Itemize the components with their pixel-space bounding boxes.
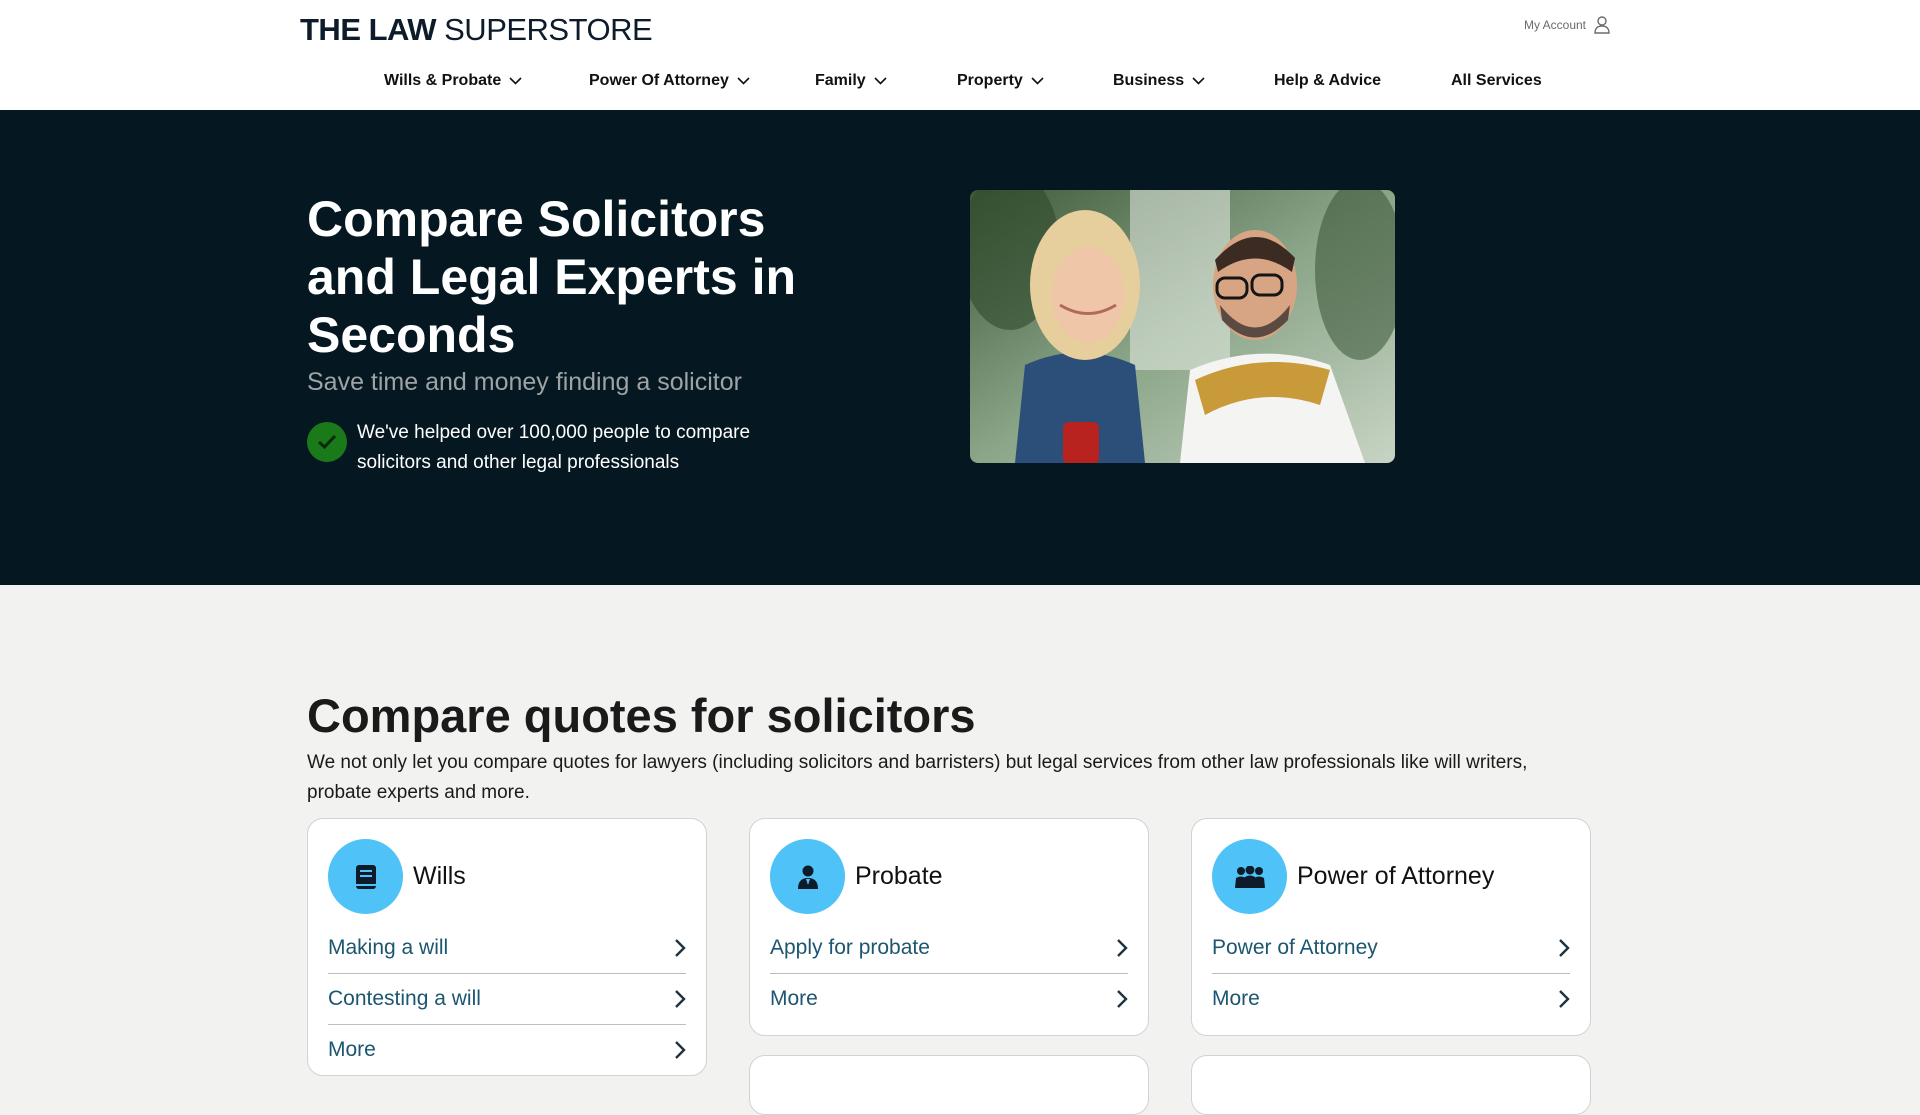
main-nav: Wills & Probate Power Of Attorney Family… <box>0 68 1920 96</box>
chevron-right-icon <box>1117 938 1128 957</box>
card-link-making-a-will[interactable]: Making a will <box>328 922 686 973</box>
logo-bold-text: THE LAW <box>300 12 437 47</box>
nav-item-power-of-attorney[interactable]: Power Of Attorney <box>589 72 750 90</box>
card-link-more[interactable]: More <box>1212 973 1570 1024</box>
card-header: Power of Attorney <box>1212 839 1570 914</box>
service-card-partial[interactable] <box>749 1055 1149 1115</box>
card-title: Wills <box>413 862 466 890</box>
card-links: Making a will Contesting a will More <box>328 922 686 1075</box>
my-account-link[interactable]: My Account <box>1524 16 1610 34</box>
card-link-label: More <box>770 987 818 1010</box>
card-link-label: Power of Attorney <box>1212 935 1378 959</box>
chevron-down-icon <box>874 77 887 85</box>
card-title: Power of Attorney <box>1297 862 1495 890</box>
nav-item-family[interactable]: Family <box>815 72 887 90</box>
chevron-right-icon <box>1559 990 1570 1008</box>
nav-label: Help & Advice <box>1274 72 1381 89</box>
book-icon <box>328 839 403 914</box>
chevron-right-icon <box>675 990 686 1008</box>
chevron-right-icon <box>1117 990 1128 1008</box>
trust-text: We've helped over 100,000 people to comp… <box>357 422 751 473</box>
chevron-down-icon <box>509 77 522 85</box>
nav-label: All Services <box>1451 72 1542 89</box>
trust-statement: We've helped over 100,000 people to comp… <box>307 422 807 478</box>
nav-item-wills-probate[interactable]: Wills & Probate <box>384 72 522 90</box>
checkmark-icon <box>307 422 347 462</box>
hero-section: Compare Solicitors and Legal Experts in … <box>0 110 1920 585</box>
chevron-down-icon <box>737 77 750 85</box>
nav-label: Power Of Attorney <box>589 72 729 89</box>
service-card-partial[interactable] <box>1191 1055 1591 1115</box>
card-link-label: More <box>1212 987 1260 1010</box>
nav-item-business[interactable]: Business <box>1113 72 1205 90</box>
card-links: Power of Attorney More <box>1212 922 1570 1024</box>
chevron-down-icon <box>1031 77 1044 85</box>
card-link-power-of-attorney[interactable]: Power of Attorney <box>1212 922 1570 973</box>
group-icon <box>1212 839 1287 914</box>
service-card-wills: Wills Making a will Contesting a will Mo… <box>307 818 707 1076</box>
site-header: THE LAW SUPERSTORE My Account Wills & Pr… <box>0 0 1920 110</box>
card-header: Wills <box>328 839 686 914</box>
hero-subtitle: Save time and money finding a solicitor <box>307 368 742 396</box>
nav-label: Property <box>957 72 1023 89</box>
card-link-more[interactable]: More <box>770 973 1128 1024</box>
nav-label: Business <box>1113 72 1185 89</box>
nav-item-help-advice[interactable]: Help & Advice <box>1274 72 1381 90</box>
nav-item-property[interactable]: Property <box>957 72 1044 90</box>
card-link-label: Apply for probate <box>770 935 930 959</box>
card-link-label: More <box>328 1038 376 1061</box>
person-icon <box>770 839 845 914</box>
card-title: Probate <box>855 862 943 890</box>
chevron-down-icon <box>1192 77 1205 85</box>
card-link-label: Making a will <box>328 935 449 959</box>
card-link-more[interactable]: More <box>328 1024 686 1075</box>
chevron-right-icon <box>675 1041 686 1059</box>
card-links: Apply for probate More <box>770 922 1128 1024</box>
nav-item-all-services[interactable]: All Services <box>1451 72 1542 90</box>
user-icon <box>1594 16 1610 34</box>
nav-label: Wills & Probate <box>384 72 502 89</box>
chevron-right-icon <box>675 938 686 957</box>
card-link-label: Contesting a will <box>328 987 481 1010</box>
compare-section-text: We not only let you compare quotes for l… <box>307 752 1528 803</box>
compare-section-title: Compare quotes for solicitors <box>307 689 976 742</box>
card-link-apply-for-probate[interactable]: Apply for probate <box>770 922 1128 973</box>
service-card-probate: Probate Apply for probate More <box>749 818 1149 1036</box>
card-header: Probate <box>770 839 1128 914</box>
hero-title: Compare Solicitors and Legal Experts in … <box>307 191 797 363</box>
logo-light-text: SUPERSTORE <box>444 12 653 47</box>
chevron-right-icon <box>1559 938 1570 957</box>
my-account-label: My Account <box>1523 18 1586 32</box>
service-card-power-of-attorney: Power of Attorney Power of Attorney More <box>1191 818 1591 1036</box>
card-link-contesting-a-will[interactable]: Contesting a will <box>328 973 686 1024</box>
site-logo[interactable]: THE LAW SUPERSTORE <box>300 12 653 48</box>
couple-with-phone-photo <box>970 190 1395 463</box>
nav-label: Family <box>815 72 866 89</box>
